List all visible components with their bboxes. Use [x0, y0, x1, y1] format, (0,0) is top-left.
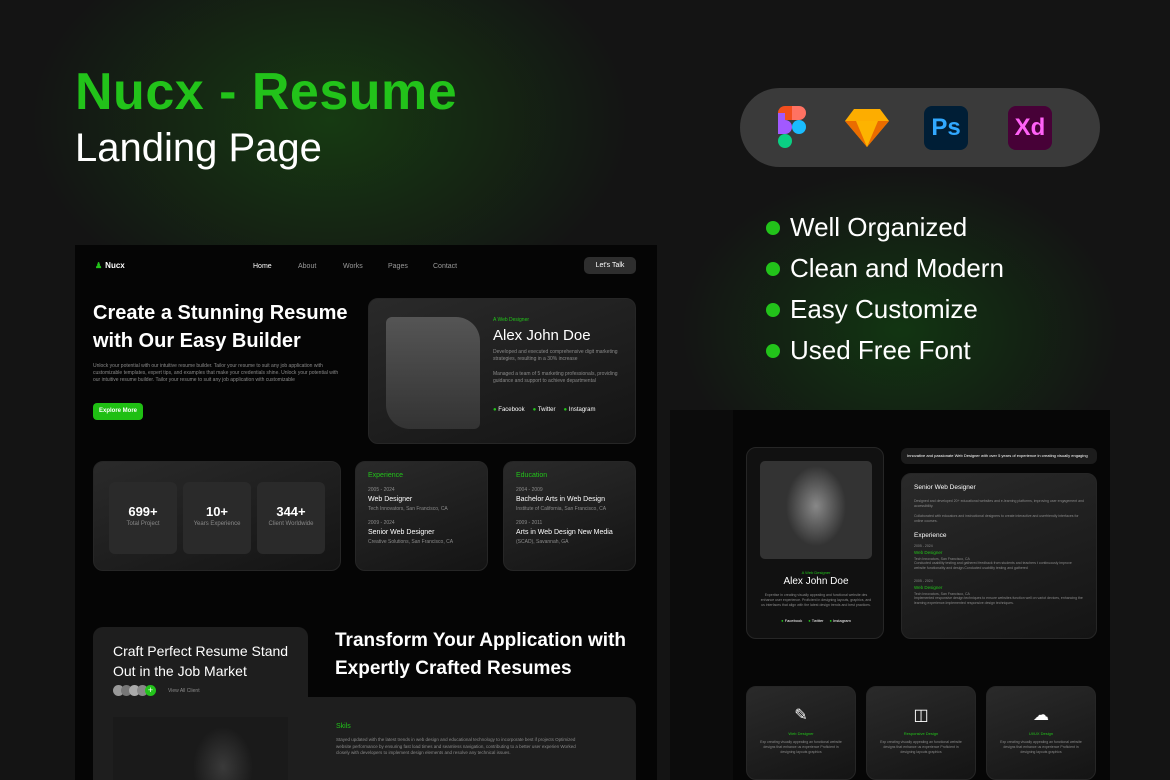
- service-card: ◫ Responsive Design Exp creating visuall…: [866, 686, 976, 780]
- stat-item: 699+ Total Project: [109, 482, 177, 554]
- craft-title: Craft Perfect Resume Stand Out in the Jo…: [113, 643, 289, 679]
- hero-text: Unlock your potential with our intuitive…: [93, 363, 339, 383]
- feature-label: Well Organized: [790, 212, 968, 242]
- feature-item: Used Free Font: [766, 335, 971, 366]
- twitter-icon: ●: [532, 407, 537, 413]
- profile-card: A Web Designer Alex John Doe Expertise i…: [746, 447, 884, 639]
- nav-works[interactable]: Works: [343, 263, 363, 270]
- headline-subtitle: Landing Page: [75, 126, 322, 170]
- feature-item: Well Organized: [766, 212, 967, 243]
- feature-label: Clean and Modern: [790, 253, 1004, 283]
- users-icon: ♟: [95, 261, 103, 270]
- lets-talk-button[interactable]: Let's Talk: [584, 257, 636, 274]
- nav-about[interactable]: About: [298, 263, 316, 270]
- stat-item: 10+ Years Experience: [183, 482, 251, 554]
- mockup-shadow: [670, 410, 733, 780]
- profile-text: Expertise in creating visually appealing…: [760, 593, 872, 607]
- instagram-icon: ●: [563, 407, 568, 413]
- bullet-icon: [766, 261, 780, 276]
- bullet-icon: [766, 343, 780, 358]
- feature-label: Used Free Font: [790, 335, 971, 365]
- facebook-icon: ●: [781, 618, 784, 623]
- profile-card: A Web Designer Alex John Doe Developed a…: [368, 298, 636, 444]
- landing-mockup: ♟ Nucx Home About Works Pages Contact Let…: [75, 245, 657, 780]
- twitter-link[interactable]: ● Twitter: [808, 618, 823, 623]
- feature-item: Clean and Modern: [766, 253, 1004, 284]
- profile-text: Managed a team of 5 marketing profession…: [493, 371, 618, 384]
- instagram-icon: ●: [829, 618, 832, 623]
- nav-pages[interactable]: Pages: [388, 263, 408, 270]
- client-avatars: + View All Client: [113, 685, 200, 696]
- skills-text: Stayed updated with the latest trends in…: [336, 737, 576, 755]
- education-card: Education 2004 - 2009 Bachelor Arts in W…: [503, 461, 636, 571]
- resume-mockup: Innovative and passionate Web Designer w…: [733, 410, 1110, 780]
- feature-item: Easy Customize: [766, 294, 978, 325]
- nav-home[interactable]: Home: [253, 263, 272, 270]
- profile-text: Developed and executed comprehensive dig…: [493, 349, 618, 362]
- view-all-client-link[interactable]: View All Client: [168, 688, 200, 694]
- explore-more-button[interactable]: Explore More: [93, 403, 143, 420]
- devices-icon: ◫: [913, 707, 929, 724]
- photoshop-icon: Ps: [924, 106, 968, 150]
- twitter-icon: ●: [808, 618, 811, 623]
- tagline: Innovative and passionate Web Designer w…: [901, 448, 1097, 464]
- details-card: Senior Web Designer Designed and develop…: [901, 473, 1097, 639]
- twitter-link[interactable]: ● Twitter: [533, 407, 556, 413]
- facebook-link[interactable]: ● Facebook: [493, 407, 525, 413]
- stat-item: 344+ Client Worldwide: [257, 482, 325, 554]
- bullet-icon: [766, 302, 780, 317]
- bullet-icon: [766, 220, 780, 235]
- logo[interactable]: ♟ Nucx: [95, 261, 125, 270]
- transform-title: Transform Your Application with Expertly…: [335, 630, 627, 679]
- hero-title: Create a Stunning Resume with Our Easy B…: [93, 302, 348, 352]
- skills-heading: Skils: [336, 723, 351, 730]
- plus-icon[interactable]: +: [145, 685, 156, 696]
- headline-title: Nucx - Resume: [75, 63, 458, 121]
- instagram-link[interactable]: ● Instagram: [564, 407, 596, 413]
- stats-card: 699+ Total Project 10+ Years Experience 34…: [93, 461, 341, 571]
- profile-name: Alex John Doe: [493, 327, 591, 344]
- profile-photo: [760, 461, 872, 559]
- profile-photo: [386, 317, 480, 429]
- instagram-link[interactable]: ● Instagram: [830, 618, 851, 623]
- profile-role: A Web Designer: [801, 570, 831, 575]
- skills-card: Skils Stayed updated with the latest tre…: [308, 697, 636, 780]
- logo-text: Nucx: [105, 261, 125, 270]
- browser-edit-icon: ✎: [794, 707, 808, 724]
- profile-role: A Web Designer: [493, 317, 530, 323]
- profile-name: Alex John Doe: [783, 576, 849, 587]
- service-card: ☁ UI/UX Design Exp creating visually app…: [986, 686, 1096, 780]
- facebook-icon: ●: [493, 407, 497, 413]
- xd-icon: Xd: [1008, 106, 1052, 150]
- sketch-icon: [842, 106, 892, 150]
- service-card: ✎ Web Designer Exp creating visually app…: [746, 686, 856, 780]
- cloud-upload-icon: ☁: [1033, 707, 1049, 724]
- nav-contact[interactable]: Contact: [433, 263, 457, 270]
- craft-card: Craft Perfect Resume Stand Out in the Jo…: [93, 627, 308, 780]
- portrait-photo: [113, 717, 288, 780]
- figma-icon: [770, 106, 814, 150]
- experience-card: Experience 2005 - 2024 Web Designer Tech…: [355, 461, 488, 571]
- facebook-link[interactable]: ● Facebook: [781, 618, 802, 623]
- feature-label: Easy Customize: [790, 294, 978, 324]
- tools-pill: Ps Xd: [740, 88, 1100, 167]
